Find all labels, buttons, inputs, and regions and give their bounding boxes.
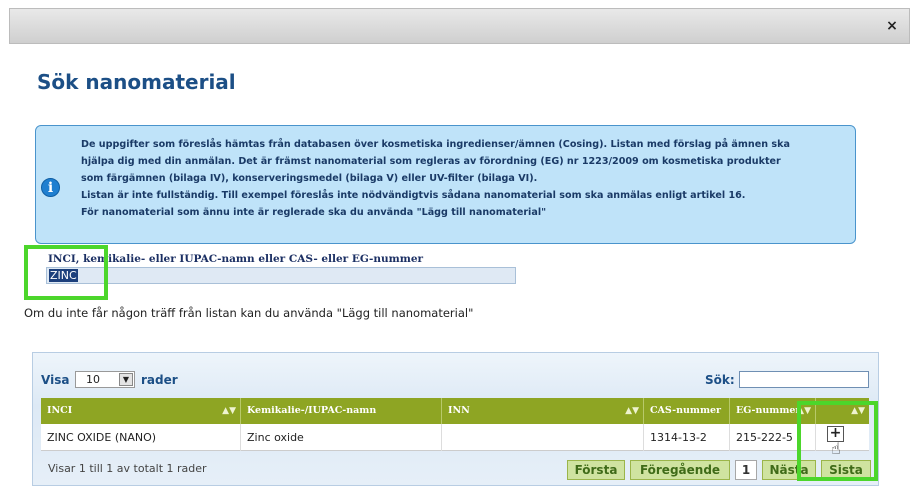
info-line: som färgämnen (bilaga IV), konserverings… [81, 173, 538, 184]
col-cas[interactable]: CAS-nummer [644, 398, 730, 424]
col-label: INN [448, 405, 470, 416]
sort-icon: ▲▼ [625, 406, 639, 416]
page-size-select[interactable]: 10 ▼ [75, 371, 135, 388]
pager-first-button[interactable]: Första [567, 460, 625, 480]
cell-inci: ZINC OXIDE (NANO) [41, 424, 241, 451]
cell-inn [442, 424, 644, 451]
search-input[interactable]: ZINC [46, 267, 516, 284]
highlight-add [797, 401, 878, 481]
table-search-input[interactable] [739, 371, 869, 388]
col-label: EG-nummer [736, 405, 801, 416]
table-status: Visar 1 till 1 av totalt 1 rader [48, 462, 207, 475]
info-line: hjälpa dig med din anmälan. Det är främs… [81, 156, 781, 167]
table-search-label: Sök: [705, 373, 735, 387]
hint-text: Om du inte får någon träff från listan k… [24, 306, 474, 320]
highlight-search [24, 245, 108, 300]
table-row[interactable]: ZINC OXIDE (NANO) Zinc oxide 1314-13-2 2… [41, 424, 869, 451]
col-inn[interactable]: INN ▲▼ [442, 398, 644, 424]
info-line: För nanomaterial som ännu inte är regler… [81, 207, 547, 218]
info-box: i De uppgifter som föreslås hämtas från … [35, 125, 856, 244]
dialog-titlebar: × [9, 8, 910, 44]
info-line: De uppgifter som föreslås hämtas från da… [81, 139, 790, 150]
chevron-down-icon: ▼ [119, 373, 133, 386]
pager-prev-button[interactable]: Föregående [630, 460, 730, 480]
page-size-label: Visa [41, 373, 70, 387]
page-title: Sök nanomaterial [37, 70, 236, 94]
close-icon[interactable]: × [885, 19, 899, 33]
col-chem[interactable]: Kemikalie-/IUPAC-namn [241, 398, 442, 424]
sort-icon: ▲▼ [222, 406, 236, 416]
rows-label: rader [141, 373, 178, 387]
info-text: De uppgifter som föreslås hämtas från da… [81, 136, 841, 221]
cell-cas: 1314-13-2 [644, 424, 730, 451]
col-label: CAS-nummer [650, 405, 722, 416]
cell-chem: Zinc oxide [241, 424, 442, 451]
info-icon: i [41, 178, 60, 197]
pager-current-page[interactable]: 1 [735, 460, 757, 480]
info-line: Listan är inte fullständig. Till exempel… [81, 190, 746, 201]
col-label: Kemikalie-/IUPAC-namn [247, 405, 377, 416]
page-size-value: 10 [86, 373, 100, 386]
col-label: INCI [47, 405, 73, 416]
col-inci[interactable]: INCI ▲▼ [41, 398, 241, 424]
table-header: INCI ▲▼ Kemikalie-/IUPAC-namn INN ▲▼ CAS-n… [41, 398, 869, 424]
